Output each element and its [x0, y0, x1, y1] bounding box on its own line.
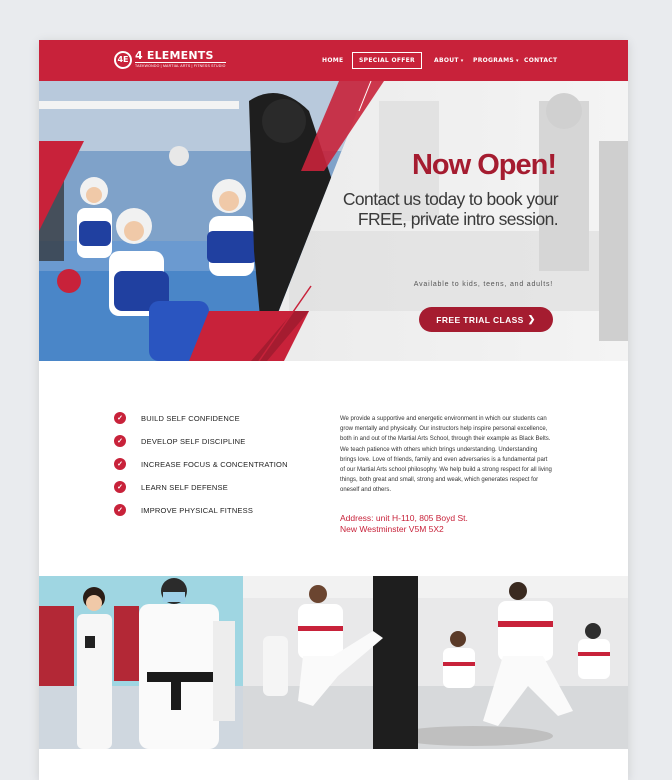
check-circle-icon: ✓: [114, 412, 126, 424]
feature-label: LEARN SELF DEFENSE: [141, 482, 228, 492]
website-page: 4E 4 ELEMENTS TAEKWONDO | MARTIAL ARTS |…: [39, 40, 628, 780]
chevron-right-icon: ❯: [527, 314, 536, 324]
check-circle-icon: ✓: [114, 481, 126, 493]
photo-kids-kicking: [243, 576, 628, 749]
chevron-down-icon: ▾: [460, 58, 464, 64]
free-trial-class-label: FREE TRIAL CLASS: [436, 314, 524, 325]
nav-programs[interactable]: PROGRAMS ▾: [473, 57, 519, 64]
nav-home[interactable]: HOME: [322, 57, 343, 64]
hero-note: Available to kids, teens, and adults!: [413, 281, 553, 288]
chevron-down-icon: ▾: [516, 58, 519, 64]
list-item: ✓ LEARN SELF DEFENSE: [114, 481, 228, 493]
list-item: ✓ INCREASE FOCUS & CONCENTRATION: [114, 458, 288, 470]
address-line-2: New Westminster V5M 5X2: [340, 523, 444, 534]
check-circle-icon: ✓: [114, 458, 126, 470]
feature-label: IMPROVE PHYSICAL FITNESS: [141, 505, 254, 515]
address-line-1: Address: unit H-110, 805 Boyd St.: [340, 513, 468, 523]
brand-name: 4 ELEMENTS: [135, 49, 214, 62]
list-item: ✓ BUILD SELF CONFIDENCE: [114, 412, 240, 424]
about-paragraph: We provide a supportive and energetic en…: [340, 416, 552, 494]
photo-strip: [39, 576, 628, 749]
list-item: ✓ IMPROVE PHYSICAL FITNESS: [114, 504, 253, 516]
photo-kids-bowing: [39, 576, 243, 749]
nav-programs-label: PROGRAMS: [473, 57, 514, 64]
list-item: ✓ DEVELOP SELF DISCIPLINE: [114, 435, 246, 447]
feature-label: BUILD SELF CONFIDENCE: [141, 413, 240, 423]
logo-emblem-icon: 4E: [114, 50, 132, 69]
nav-special-offer-button[interactable]: SPECIAL OFFER: [352, 52, 422, 69]
hero-banner: Now Open! Contact us today to book your …: [39, 81, 628, 361]
feature-label: INCREASE FOCUS & CONCENTRATION: [141, 459, 288, 469]
check-circle-icon: ✓: [114, 435, 126, 447]
address: Address: unit H-110, 805 Boyd St. New We…: [340, 513, 540, 534]
site-header: 4E 4 ELEMENTS TAEKWONDO | MARTIAL ARTS |…: [39, 40, 628, 81]
nav-about[interactable]: ABOUT ▾: [434, 57, 464, 64]
nav-contact[interactable]: CONTACT: [524, 57, 557, 64]
check-circle-icon: ✓: [114, 504, 126, 516]
feature-label: DEVELOP SELF DISCIPLINE: [141, 436, 246, 446]
brand-tagline: TAEKWONDO | MARTIAL ARTS | FITNESS STUDI…: [135, 62, 226, 68]
hero-title: Now Open!: [411, 149, 557, 181]
nav-about-label: ABOUT: [434, 57, 459, 64]
hero-subtitle: Contact us today to book your FREE, priv…: [342, 189, 559, 229]
site-logo[interactable]: 4E 4 ELEMENTS TAEKWONDO | MARTIAL ARTS |…: [114, 50, 226, 69]
free-trial-class-button[interactable]: FREE TRIAL CLASS ❯: [419, 307, 553, 332]
